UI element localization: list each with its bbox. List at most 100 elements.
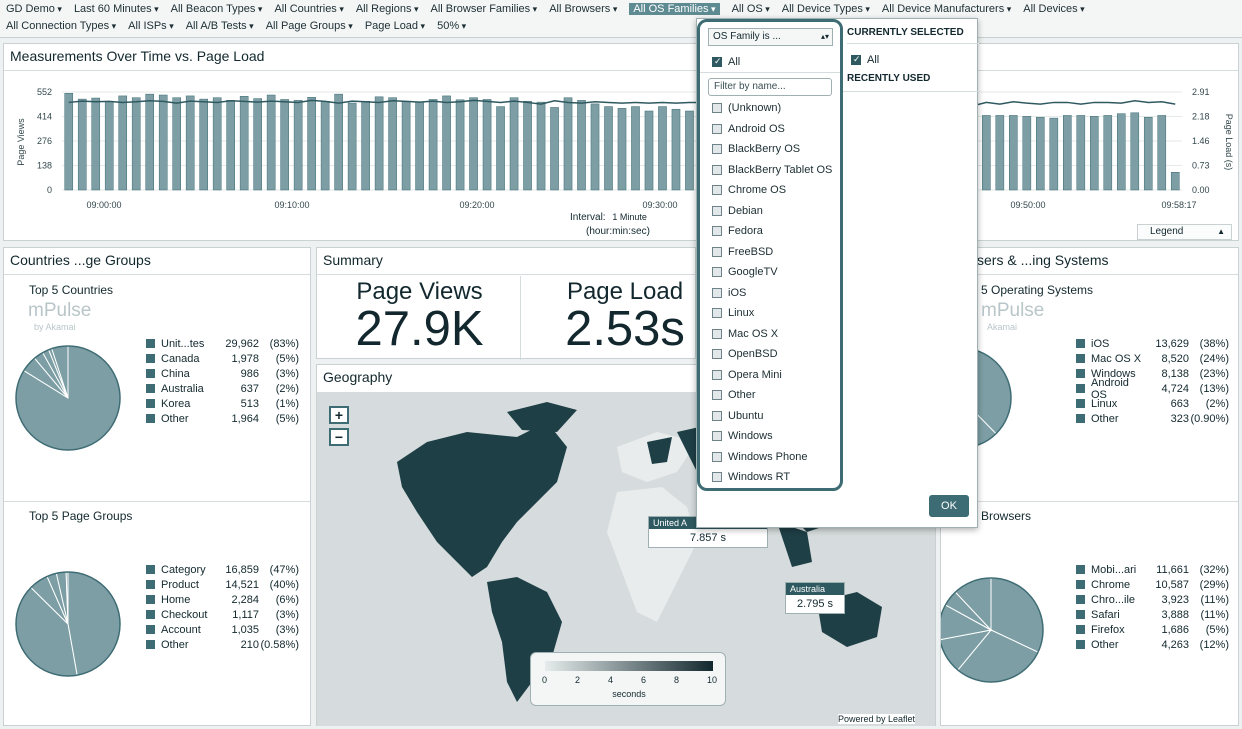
pie-slice: [67, 571, 121, 676]
filter-all-beacon-types[interactable]: All Beacon Types: [171, 3, 263, 15]
os-option-all[interactable]: All: [712, 56, 740, 68]
scale-tick: 10: [707, 675, 718, 685]
row-name: Linux: [1091, 397, 1118, 410]
checkbox-icon[interactable]: [712, 369, 722, 380]
os-option[interactable]: FreeBSD: [712, 246, 773, 258]
filter-row-1: GD Demo Last 60 Minutes All Beacon Types Al…: [6, 3, 1085, 15]
page-groups-pie-chart: [15, 571, 121, 677]
filter-page-load[interactable]: Page Load: [365, 20, 425, 32]
filter-all-regions[interactable]: All Regions: [356, 3, 419, 15]
os-option[interactable]: Windows Phone: [712, 451, 808, 463]
filter-last-60-minutes[interactable]: Last 60 Minutes: [74, 3, 159, 15]
os-option[interactable]: Other: [712, 389, 756, 401]
legend-toggle-button[interactable]: Legend: [1137, 224, 1232, 240]
row-percent: (5%): [275, 412, 299, 425]
row-count: 3,888: [1161, 608, 1189, 621]
filter-all-a-b-tests[interactable]: All A/B Tests: [186, 20, 254, 32]
legend-swatch: [1076, 369, 1085, 378]
os-option[interactable]: iOS: [712, 287, 746, 299]
x-tick-label: 09:10:00: [274, 200, 309, 210]
filter-all-browser-families[interactable]: All Browser Families: [431, 3, 538, 15]
checkbox-icon[interactable]: [712, 349, 722, 360]
filter-all-countries[interactable]: All Countries: [274, 3, 343, 15]
checkbox-icon[interactable]: [712, 328, 722, 339]
browsers-os-title: sers & ...ing Systems: [977, 252, 1109, 268]
os-option[interactable]: Android OS: [712, 123, 785, 135]
filter-gd-demo[interactable]: GD Demo: [6, 3, 62, 15]
os-option[interactable]: GoogleTV: [712, 266, 778, 278]
os-option[interactable]: OpenBSD: [712, 348, 778, 360]
os-option[interactable]: BlackBerry Tablet OS: [712, 164, 832, 176]
os-option[interactable]: Debian: [712, 205, 763, 217]
os-option-label: Windows: [728, 430, 773, 442]
os-filter-input[interactable]: Filter by name...: [708, 78, 832, 96]
os-option[interactable]: Linux: [712, 307, 754, 319]
row-name: Checkout: [161, 608, 208, 621]
checkbox-icon[interactable]: [712, 287, 722, 298]
filter-all-page-groups[interactable]: All Page Groups: [266, 20, 353, 32]
checkbox-icon[interactable]: [712, 390, 722, 401]
map-attribution[interactable]: Powered by Leaflet: [838, 714, 916, 724]
checkbox-icon[interactable]: [712, 123, 722, 134]
table-row: iOS 13,629 (38%): [1076, 336, 1229, 351]
chart-bar: [536, 101, 546, 191]
os-option[interactable]: Mac OS X: [712, 328, 778, 340]
filter-all-os[interactable]: All OS: [732, 3, 770, 15]
chart-bar: [185, 95, 195, 191]
checkbox-icon[interactable]: [712, 103, 722, 114]
os-option[interactable]: Windows: [712, 430, 773, 442]
os-option[interactable]: Fedora: [712, 225, 763, 237]
zoom-in-button[interactable]: +: [329, 406, 349, 424]
filter-all-isps[interactable]: All ISPs: [128, 20, 174, 32]
selected-all-item[interactable]: All: [851, 54, 879, 66]
row-count: 637: [240, 382, 259, 395]
checkbox-icon[interactable]: [712, 144, 722, 155]
checkbox-icon[interactable]: [712, 246, 722, 257]
row-name: Korea: [161, 397, 191, 410]
row-name: Other: [1091, 412, 1119, 425]
filter-all-os-families[interactable]: All OS Families: [629, 3, 720, 15]
row-percent: (0.58%): [260, 638, 299, 651]
os-option[interactable]: Opera Mini: [712, 369, 782, 381]
os-family-select[interactable]: OS Family is ... ▴▾: [708, 28, 833, 46]
chart-bar: [361, 100, 370, 191]
filter-all-device-manufacturers[interactable]: All Device Manufacturers: [882, 3, 1011, 15]
checkbox-icon[interactable]: [712, 451, 722, 462]
chart-bar: [982, 115, 991, 191]
filter-all-devices[interactable]: All Devices: [1023, 3, 1084, 15]
table-row: Other 210 (0.58%): [146, 637, 299, 652]
checkbox-icon[interactable]: [712, 410, 722, 421]
checkbox-icon[interactable]: [712, 431, 722, 442]
zoom-out-button[interactable]: −: [329, 428, 349, 446]
table-row: Other 4,263 (12%): [1076, 637, 1229, 652]
filter-all-connection-types[interactable]: All Connection Types: [6, 20, 116, 32]
os-option[interactable]: Windows RT: [712, 471, 790, 483]
checkbox-icon[interactable]: [712, 164, 722, 175]
checkbox-icon[interactable]: [712, 205, 722, 216]
checkbox-icon[interactable]: [712, 185, 722, 196]
ok-button[interactable]: OK: [929, 495, 969, 517]
legend-swatch: [146, 414, 155, 423]
checkbox-icon[interactable]: [712, 226, 722, 237]
filter-all-device-types[interactable]: All Device Types: [782, 3, 870, 15]
filter-50[interactable]: 50%: [437, 20, 466, 32]
legend-swatch: [1076, 384, 1085, 393]
row-percent: (5%): [1205, 623, 1229, 636]
os-option[interactable]: Chrome OS: [712, 184, 786, 196]
row-percent: (32%): [1199, 563, 1229, 576]
os-option[interactable]: Ubuntu: [712, 410, 763, 422]
os-option[interactable]: (Unknown): [712, 102, 781, 114]
os-option[interactable]: BlackBerry OS: [712, 143, 800, 155]
row-percent: (23%): [1199, 367, 1229, 380]
checkbox-icon[interactable]: [712, 308, 722, 319]
y-tick-label: 0: [47, 185, 52, 195]
scale-tick: 4: [608, 675, 614, 685]
checkbox-icon[interactable]: [851, 54, 861, 66]
checkbox-icon[interactable]: [712, 56, 722, 68]
checkbox-icon[interactable]: [712, 472, 722, 483]
checkbox-icon[interactable]: [712, 267, 722, 278]
os-option-label: FreeBSD: [728, 245, 774, 258]
row-count: 1,686: [1161, 623, 1189, 636]
row-count: 1,964: [231, 412, 259, 425]
filter-all-browsers[interactable]: All Browsers: [549, 3, 617, 15]
